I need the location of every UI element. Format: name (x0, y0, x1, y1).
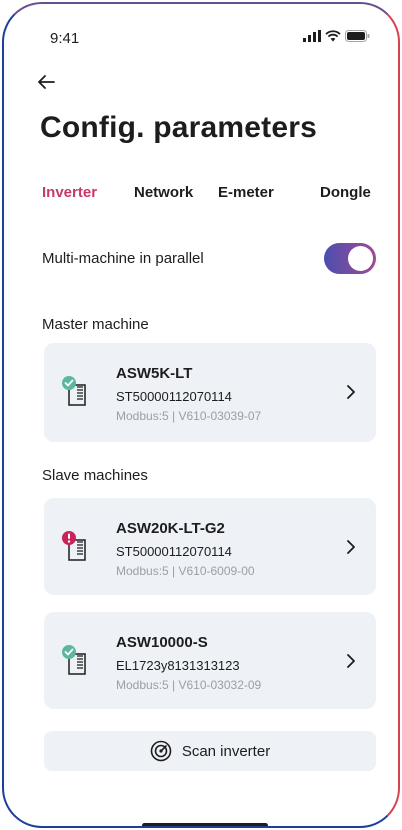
wifi-icon (325, 30, 341, 42)
chevron-right-icon (347, 385, 355, 399)
slave-device-card[interactable]: ASW20K-LT-G2 ST50000112070114 Modbus:5 |… (44, 498, 376, 595)
page-title: Config. parameters (40, 111, 317, 144)
scan-inverter-label: Scan inverter (181, 742, 271, 760)
tab-network[interactable]: Network (134, 184, 193, 201)
device-meta: Modbus:5 | V610-03039-07 (116, 409, 262, 423)
device-serial: ST50000112070114 (116, 544, 232, 559)
inverter-error-icon (62, 531, 86, 561)
tab-e-meter[interactable]: E-meter (218, 184, 274, 201)
inverter-ok-icon (62, 645, 86, 675)
device-name: ASW5K-LT (116, 365, 193, 382)
slave-section-label: Slave machines (42, 467, 148, 484)
status-time: 9:41 (50, 30, 80, 47)
back-arrow-icon[interactable] (34, 70, 58, 94)
battery-icon (345, 30, 370, 42)
master-device-card[interactable]: ASW5K-LT ST50000112070114 Modbus:5 | V61… (44, 343, 376, 442)
device-name: ASW20K-LT-G2 (116, 520, 225, 537)
home-indicator[interactable] (142, 823, 268, 826)
parallel-toggle[interactable] (324, 243, 376, 274)
device-serial: EL1723y8131313123 (116, 658, 240, 673)
device-serial: ST50000112070114 (116, 389, 232, 404)
master-section-label: Master machine (42, 316, 149, 333)
inverter-ok-icon (62, 376, 86, 406)
chevron-right-icon (347, 540, 355, 554)
phone-frame: 9:41 Config. parameters Inverter Network… (2, 2, 400, 828)
parallel-label: Multi-machine in parallel (42, 250, 204, 267)
signal-icon (303, 30, 321, 42)
status-icons (303, 30, 370, 42)
slave-device-card[interactable]: ASW10000-S EL1723y8131313123 Modbus:5 | … (44, 612, 376, 709)
chevron-right-icon (347, 654, 355, 668)
tab-inverter[interactable]: Inverter (42, 184, 97, 201)
scan-inverter-button[interactable]: Scan inverter (44, 731, 376, 771)
device-meta: Modbus:5 | V610-6009-00 (116, 564, 255, 578)
tab-dongle[interactable]: Dongle (320, 184, 371, 201)
device-name: ASW10000-S (116, 634, 208, 651)
device-meta: Modbus:5 | V610-03032-09 (116, 678, 262, 692)
radar-icon (150, 740, 172, 762)
toggle-knob (348, 246, 373, 271)
status-bar: 9:41 (4, 4, 398, 48)
tab-bar: Inverter Network E-meter Dongle (42, 184, 382, 206)
